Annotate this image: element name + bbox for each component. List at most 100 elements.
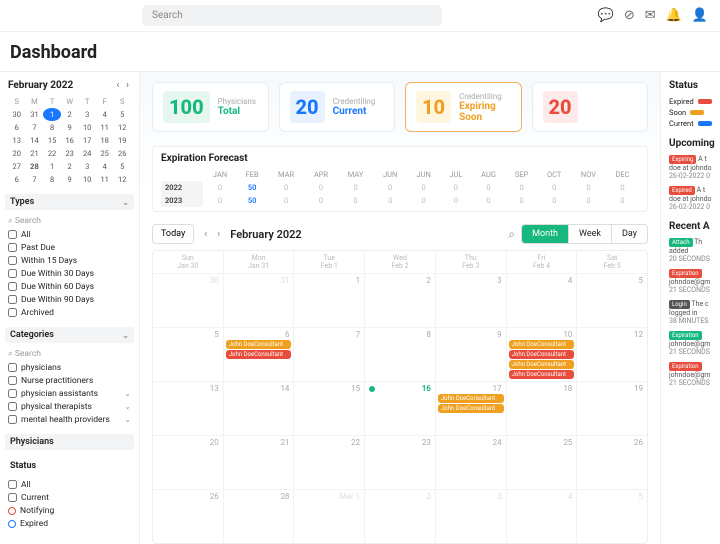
filter-option[interactable]: Due Within 30 Days [8, 267, 131, 280]
cal-next[interactable]: › [213, 227, 224, 242]
calendar-cell[interactable]: 22 [294, 435, 365, 489]
mini-cal-day[interactable]: 20 [8, 147, 26, 160]
mini-cal-day[interactable]: 12 [113, 121, 131, 134]
filter-option[interactable]: Nurse practitioners [8, 374, 131, 387]
mini-cal-day[interactable]: 7 [26, 173, 44, 186]
filter-option[interactable]: Archived [8, 306, 131, 319]
calendar-cell[interactable]: 5 [577, 489, 647, 543]
mini-cal-day[interactable]: 7 [26, 121, 44, 134]
view-week[interactable]: Week [569, 225, 612, 243]
clock-icon[interactable]: ⊘ [624, 8, 635, 23]
calendar-cell[interactable]: 17John DoeConsultantJohn DoeConsultant [436, 381, 507, 435]
mini-cal-day[interactable]: 8 [43, 173, 61, 186]
mini-cal-day[interactable]: 25 [96, 147, 114, 160]
mini-cal-day[interactable]: 4 [96, 108, 114, 121]
mini-cal-day[interactable]: 2 [61, 160, 79, 173]
mail-icon[interactable]: ✉ [645, 8, 656, 23]
search-input[interactable]: Search [142, 5, 442, 26]
mini-cal-day[interactable]: 30 [8, 108, 26, 121]
mini-cal-day[interactable]: 22 [43, 147, 61, 160]
calendar-cell[interactable]: 13 [153, 381, 224, 435]
calendar-cell[interactable]: 20 [153, 435, 224, 489]
calendar-cell[interactable]: 19 [577, 381, 647, 435]
mini-cal-day[interactable]: 8 [43, 121, 61, 134]
calendar-event[interactable]: John DoeConsultant [226, 340, 292, 349]
calendar-cell[interactable]: 5 [153, 327, 224, 381]
mini-cal-day[interactable]: 19 [113, 134, 131, 147]
mini-cal-day[interactable]: 23 [61, 147, 79, 160]
activity-item[interactable]: Login The clogged in38 MINUTES [669, 300, 720, 325]
filter-option[interactable]: Notifying [8, 504, 131, 517]
mini-cal-day[interactable]: 5 [113, 108, 131, 121]
mini-cal-prev[interactable]: ‹ [114, 80, 121, 91]
mini-cal-day[interactable]: 16 [61, 134, 79, 147]
calendar-cell[interactable]: 16 [365, 381, 436, 435]
categories-header[interactable]: Categories⌄ [5, 327, 134, 343]
calendar-cell[interactable]: 7 [294, 327, 365, 381]
mini-cal-day[interactable]: 15 [43, 134, 61, 147]
stat-card[interactable]: 10CredentilingExpiring Soon [405, 82, 522, 132]
view-month[interactable]: Month [522, 225, 569, 243]
types-search[interactable]: ⌕ Search [8, 214, 131, 228]
calendar-event[interactable]: John DoeConsultant [509, 340, 575, 349]
mini-cal-day[interactable]: 10 [78, 173, 96, 186]
calendar-cell[interactable]: 2 [365, 273, 436, 327]
mini-cal-day[interactable]: 9 [61, 173, 79, 186]
activity-item[interactable]: Expiration johndoe@gm21 SECONDS [669, 269, 720, 294]
mini-cal-day[interactable]: 14 [26, 134, 44, 147]
filter-option[interactable]: Within 15 Days [8, 254, 131, 267]
mini-cal-day[interactable]: 26 [113, 147, 131, 160]
activity-item[interactable]: Expired A tdoe at johndo26-02-2022 0 [669, 186, 720, 211]
stat-card[interactable]: 100PhysiciansTotal [152, 82, 269, 132]
filter-option[interactable]: Due Within 90 Days [8, 293, 131, 306]
calendar-cell[interactable]: 24 [436, 435, 507, 489]
calendar-cell[interactable]: 8 [365, 327, 436, 381]
calendar-cell[interactable]: Mar 1 [294, 489, 365, 543]
activity-item[interactable]: Expiration johndoe@gm21 SECONDS [669, 362, 720, 387]
categories-search[interactable]: ⌕ Search [8, 347, 131, 361]
calendar-cell[interactable]: 1 [294, 273, 365, 327]
user-icon[interactable]: 👤 [692, 8, 708, 23]
calendar-cell[interactable]: 26 [153, 489, 224, 543]
activity-item[interactable]: Expiring A tdoe at johndo26-02-2022 0 [669, 155, 720, 180]
activity-item[interactable]: Attach Thadded20 SECONDS [669, 238, 720, 263]
filter-option[interactable]: Expired [8, 517, 131, 530]
mini-cal-day[interactable]: 12 [113, 173, 131, 186]
calendar-cell[interactable]: 4 [507, 273, 578, 327]
calendar-cell[interactable]: 26 [577, 435, 647, 489]
filter-option[interactable]: All [8, 478, 131, 491]
activity-item[interactable]: Expiration johndoe@gm21 SECONDS [669, 331, 720, 356]
calendar-cell[interactable]: 6John DoeConsultantJohn DoeConsultant [224, 327, 295, 381]
mini-cal-day[interactable]: 11 [96, 121, 114, 134]
mini-cal-day[interactable]: 6 [8, 173, 26, 186]
calendar-cell[interactable]: 21 [224, 435, 295, 489]
mini-cal-day[interactable]: 24 [78, 147, 96, 160]
calendar-cell[interactable]: 10John DoeConsultantJohn DoeConsultantJo… [507, 327, 578, 381]
calendar-cell[interactable]: 25 [507, 435, 578, 489]
view-day[interactable]: Day [612, 225, 647, 243]
mini-cal-day[interactable]: 17 [78, 134, 96, 147]
mini-cal-day[interactable]: 4 [96, 160, 114, 173]
stat-card[interactable]: 20 [532, 82, 649, 132]
mini-cal-day[interactable]: 9 [61, 121, 79, 134]
mini-cal-day[interactable]: 13 [8, 134, 26, 147]
mini-cal-day[interactable]: 1 [43, 160, 61, 173]
calendar-event[interactable]: John DoeConsultant [509, 370, 575, 379]
mini-cal-day[interactable]: 6 [8, 121, 26, 134]
mini-cal-day[interactable]: 21 [26, 147, 44, 160]
mini-cal-day[interactable]: 3 [78, 160, 96, 173]
calendar-cell[interactable]: 15 [294, 381, 365, 435]
mini-cal-day[interactable]: 28 [26, 160, 44, 173]
calendar-cell[interactable]: 12 [577, 327, 647, 381]
mini-cal-day[interactable]: 11 [96, 173, 114, 186]
filter-option[interactable]: Past Due [8, 241, 131, 254]
mini-cal-next[interactable]: › [124, 80, 131, 91]
mini-cal-day[interactable]: 27 [8, 160, 26, 173]
stat-card[interactable]: 20CredentilingCurrent [279, 82, 396, 132]
filter-option[interactable]: All [8, 228, 131, 241]
filter-option[interactable]: physical therapists⌄ [8, 400, 131, 413]
calendar-cell[interactable]: 18 [507, 381, 578, 435]
chat-icon[interactable]: 💬 [598, 8, 614, 23]
today-button[interactable]: Today [152, 224, 194, 244]
calendar-cell[interactable]: 3 [436, 273, 507, 327]
